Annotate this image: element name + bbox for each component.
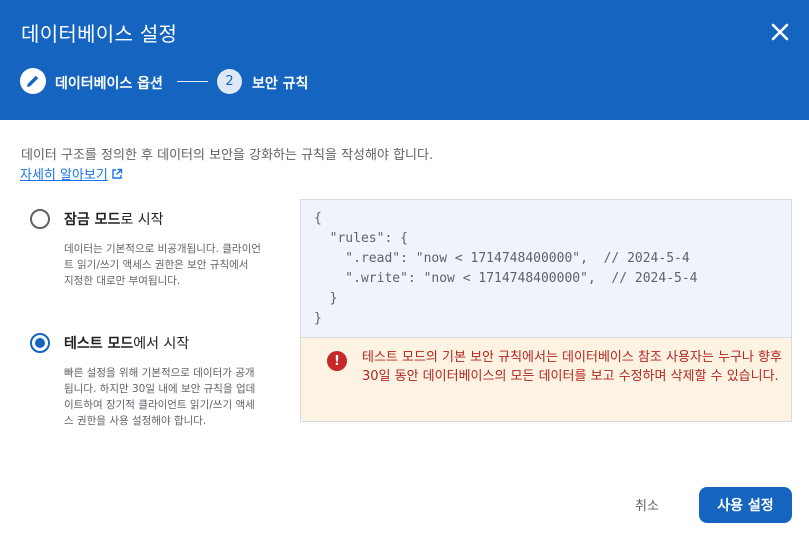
- step-1-indicator: [20, 68, 46, 94]
- warning-text: 테스트 모드의 기본 보안 규칙에서는 데이터베이스 참조 사용자는 누구나 향…: [362, 350, 782, 384]
- code-line: ".write": "now < 1714748400000", // 2024…: [314, 271, 698, 286]
- enable-button[interactable]: 사용 설정: [699, 487, 792, 523]
- locked-mode-radio[interactable]: [30, 209, 50, 229]
- dialog-header: 데이터베이스 설정 데이터베이스 옵션 2 보안 규칙: [0, 0, 809, 120]
- learn-more-link[interactable]: 자세히 알아보기: [20, 164, 123, 183]
- code-line: }: [314, 311, 322, 326]
- step-2-label: 보안 규칙: [252, 76, 309, 92]
- test-mode-description: 빠른 설정을 위해 기본적으로 데이터가 공개됩니다. 하지만 30일 내에 보…: [64, 367, 256, 427]
- security-rules-code: { "rules": { ".read": "now < 17147484000…: [300, 199, 792, 337]
- code-line: ".read": "now < 1714748400000", // 2024-…: [314, 251, 690, 266]
- test-mode-title-rest: 에서 시작: [133, 336, 190, 352]
- step-2-indicator: 2: [217, 69, 242, 94]
- locked-mode-title-rest: 로 시작: [120, 212, 164, 228]
- close-button[interactable]: [765, 17, 795, 47]
- test-mode-title[interactable]: 테스트 모드에서 시작: [64, 333, 189, 353]
- open-in-new-icon: [112, 168, 123, 179]
- error-icon: !: [327, 351, 347, 371]
- intro-text: 데이터 구조를 정의한 후 데이터의 보안을 강화하는 규칙을 작성해야 합니다…: [21, 148, 434, 163]
- step-1-label: 데이터베이스 옵션: [55, 76, 163, 92]
- pencil-icon: [27, 75, 39, 87]
- test-mode-title-bold: 테스트 모드: [64, 336, 134, 352]
- locked-mode-title[interactable]: 잠금 모드로 시작: [64, 209, 164, 229]
- locked-mode-title-bold: 잠금 모드: [64, 212, 121, 228]
- close-icon: [771, 23, 789, 41]
- cancel-button[interactable]: 취소: [622, 489, 672, 519]
- dialog-title: 데이터베이스 설정: [21, 22, 178, 46]
- step-connector: [177, 81, 208, 82]
- code-line: {: [314, 211, 322, 226]
- learn-more-label: 자세히 알아보기: [20, 168, 108, 183]
- code-line: "rules": {: [314, 231, 408, 246]
- test-mode-radio[interactable]: [30, 333, 50, 353]
- code-line: }: [314, 291, 338, 306]
- locked-mode-description: 데이터는 기본적으로 비공개됩니다. 클라이언트 읽기/쓰기 액세스 권한은 보…: [64, 243, 261, 287]
- warning-banner: ! 테스트 모드의 기본 보안 규칙에서는 데이터베이스 참조 사용자는 누구나…: [300, 337, 792, 422]
